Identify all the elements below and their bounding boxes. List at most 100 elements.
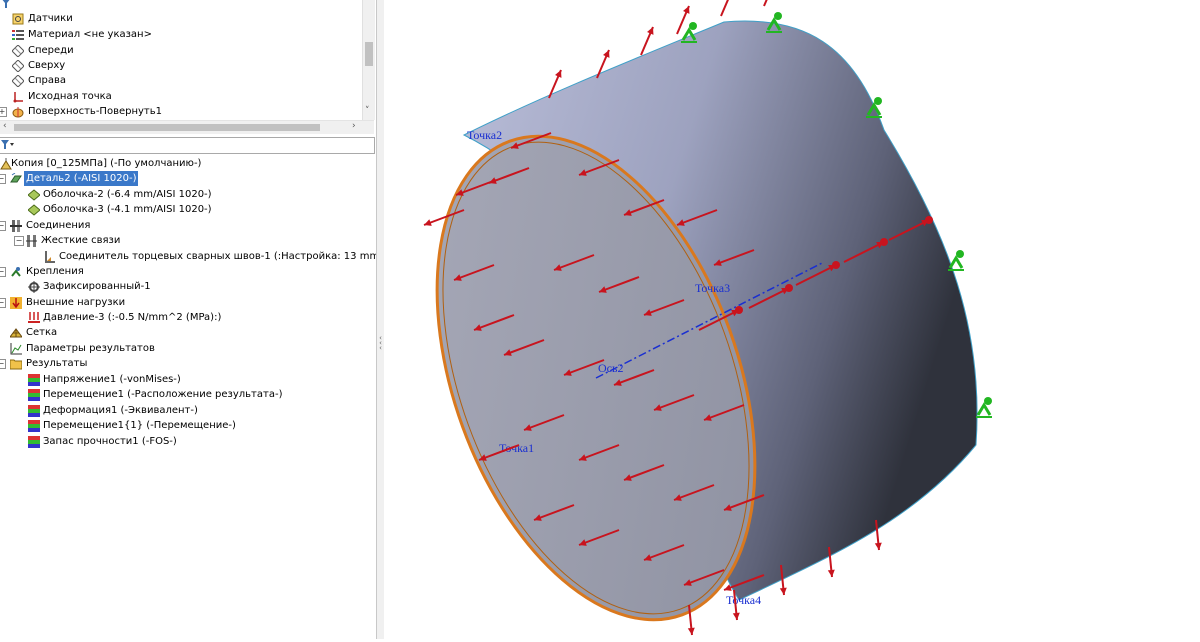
external-loads-icon [10,297,22,309]
tree-item-label: Датчики [28,13,73,24]
study-title: Копия [0_125МПа] (-По умолчанию-) [11,158,202,169]
scrollbar-thumb[interactable] [14,124,320,131]
tree-item-label: Оболочка-3 (-4.1 mm/AISI 1020-) [43,204,212,215]
fixture-symbol [976,397,992,418]
fixture-symbol [948,250,964,271]
scroll-down-icon[interactable]: ˅ [365,106,370,116]
tree-item-shell[interactable]: Оболочка-2 (-6.4 mm/AISI 1020-) [0,187,370,202]
horizontal-scrollbar[interactable]: ‹ › [0,120,374,134]
tree-item-result[interactable]: Деформация1 (-Эквивалент-) [0,403,370,418]
study-filter-bar[interactable] [0,137,375,154]
tree-item-material[interactable]: Материал <не указан> [0,27,360,42]
stress-plot-icon [28,374,40,386]
tree-item-label: Крепления [26,266,84,277]
tree-item-label: Перемещение1{1} (-Перемещение-) [43,420,236,431]
scroll-right-icon[interactable]: › [352,121,356,131]
plane-icon [11,59,25,73]
collapse-icon[interactable]: − [14,236,24,246]
point-label: Точка4 [726,593,761,607]
tree-item-label: Справа [28,75,67,86]
fixtures-icon [10,266,22,278]
tree-item-rigid-links[interactable]: − Жесткие связи [0,233,370,248]
tree-item-weld-connector[interactable]: Соединитель торцевых сварных швов-1 (:На… [0,249,386,264]
tree-item-pressure[interactable]: Давление-3 (:-0.5 N/mm^2 (MPa):) [0,310,370,325]
tree-item-connections[interactable]: − Соединения [0,218,370,233]
origin-icon [12,91,24,103]
tree-item-result-options[interactable]: Параметры результатов [0,341,370,356]
connections-icon [10,220,22,232]
tree-item-origin[interactable]: Исходная точка [0,89,360,104]
point-label: Точка3 [695,281,730,295]
tree-item-label: Соединитель торцевых сварных швов-1 (:На… [59,251,387,262]
collapse-icon[interactable]: − [0,267,6,277]
tree-item-label: Запас прочности1 (-FOS-) [43,436,177,447]
vertical-scrollbar[interactable]: ˄ ˅ [362,0,375,120]
tree-item-label: Давление-3 (:-0.5 N/mm^2 (MPa):) [43,312,222,323]
tree-item-label: Перемещение1 (-Расположение результата-) [43,389,283,400]
tree-item-result[interactable]: Запас прочности1 (-FOS-) [0,434,370,449]
graphics-viewport[interactable]: Ось2 Точка2 Точка3 Точка1 Точка4 [384,0,1200,639]
collapse-icon[interactable]: − [0,221,6,231]
sensors-icon [12,13,24,25]
splitter-grip-icon[interactable]: ‹ ‹ ‹ [377,335,384,352]
filter-icon[interactable] [1,140,15,152]
tree-item-label: Напряжение1 (-vonMises-) [43,374,181,385]
strain-plot-icon [28,405,40,417]
tree-item-label: Жесткие связи [41,235,121,246]
model-view[interactable]: Ось2 Точка2 Точка3 Точка1 Точка4 [384,0,1200,639]
tree-item-results[interactable]: − Результаты [0,356,370,371]
collapse-icon[interactable]: − [0,298,6,308]
tree-item-right-plane[interactable]: Справа [0,73,360,88]
tree-item-label: Сетка [26,327,58,338]
weld-icon [44,251,56,263]
filter-icon[interactable] [0,0,20,11]
load-arrow [720,0,729,17]
tree-item-shell[interactable]: Оболочка-3 (-4.1 mm/AISI 1020-) [0,202,370,217]
tree-item-front-plane[interactable]: Спереди [0,43,360,58]
load-arrow [763,0,768,7]
revolve-surface-icon [12,106,24,118]
tree-item-label: Параметры результатов [26,343,155,354]
tree-item-result[interactable]: Напряжение1 (-vonMises-) [0,372,370,387]
collapse-icon[interactable]: − [0,359,6,369]
axis-label: Ось2 [598,361,623,375]
feature-tree: Датчики Материал <не указан> Спереди Све… [0,0,362,120]
tree-item-label: Внешние нагрузки [26,297,126,308]
tree-item-part[interactable]: − Деталь2 (-AISI 1020-) [0,171,370,186]
material-icon [12,29,24,41]
pressure-icon [28,312,40,324]
expand-icon[interactable]: + [0,107,7,117]
feature-manager-panel: Датчики Материал <не указан> Спереди Све… [0,0,386,639]
shell-icon [27,189,41,201]
point-label: Точка1 [499,441,534,455]
plane-icon [11,74,25,88]
scrollbar-thumb[interactable] [365,42,373,66]
shell-icon [27,204,41,216]
fos-plot-icon [28,436,40,448]
scroll-up-icon[interactable]: ˄ [365,0,370,8]
tree-item-revolve-surface[interactable]: + Поверхность-Повернуть1 [0,104,360,119]
part-label: Деталь2 (-AISI 1020-) [24,171,139,186]
displacement-plot-icon [28,389,40,401]
scroll-left-icon[interactable]: ‹ [3,121,7,131]
tree-item-label: Исходная точка [28,91,112,102]
result-options-icon [10,343,22,355]
tree-item-label: Деформация1 (-Эквивалент-) [43,405,198,416]
tree-item-mesh[interactable]: Сетка [0,325,370,340]
tree-item-study[interactable]: Копия [0_125МПа] (-По умолчанию-) [0,156,370,171]
tree-item-sensors[interactable]: Датчики [0,11,360,26]
tree-item-result[interactable]: Перемещение1{1} (-Перемещение-) [0,418,370,433]
tree-item-result[interactable]: Перемещение1 (-Расположение результата-) [0,387,370,402]
tree-item-label: Соединения [26,220,91,231]
tree-item-label: Материал <не указан> [28,29,152,40]
fixed-icon [28,281,40,293]
tree-item-label: Поверхность-Повернуть1 [28,106,162,117]
collapse-icon[interactable]: − [0,174,6,184]
tree-item-fixtures[interactable]: − Крепления [0,264,370,279]
tree-item-label: Оболочка-2 (-6.4 mm/AISI 1020-) [43,189,212,200]
displacement-plot-icon [28,420,40,432]
point-label: Точка2 [467,128,502,142]
tree-item-top-plane[interactable]: Сверху [0,58,360,73]
tree-item-fixed[interactable]: Зафиксированный-1 [0,279,370,294]
tree-item-external-loads[interactable]: − Внешние нагрузки [0,295,370,310]
